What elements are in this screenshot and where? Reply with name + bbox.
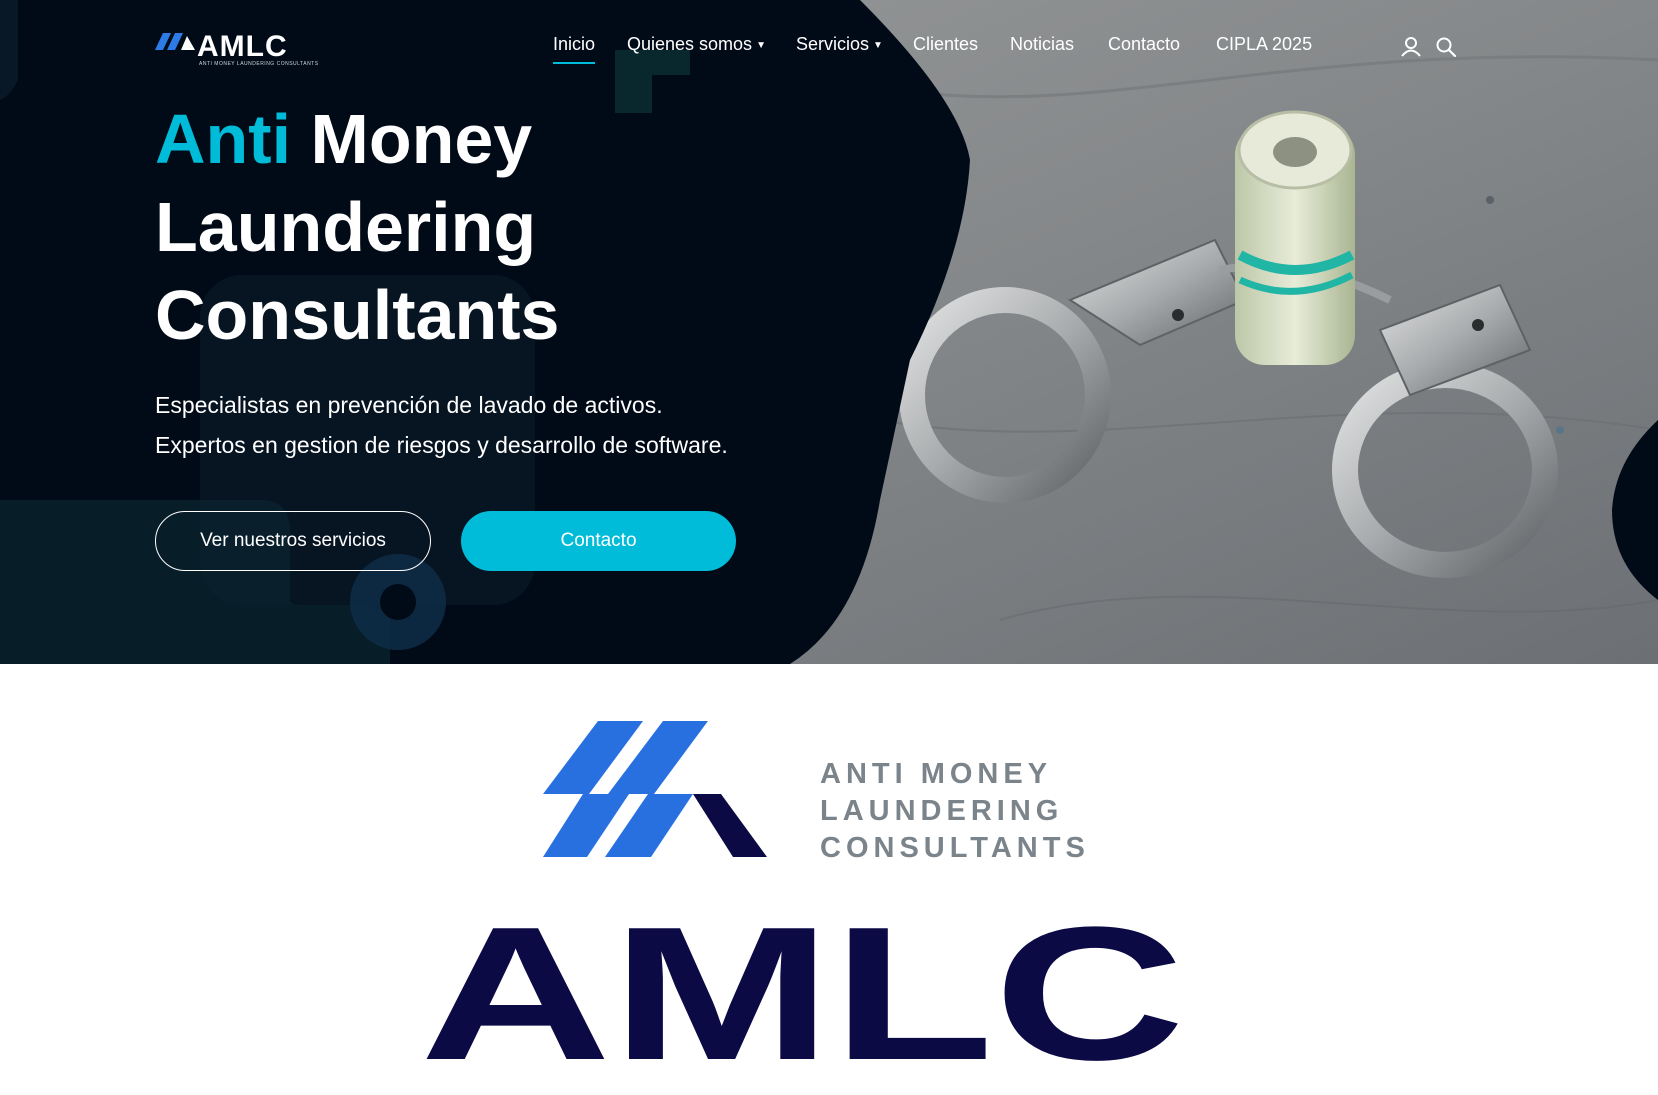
nav-item-quienes-somos[interactable]: Quienes somos ▼ [627, 34, 766, 60]
navbar: AMLC ANTI MONEY LAUNDERING CONSULTANTS I… [0, 0, 1658, 96]
amlc-logo-mark [543, 721, 767, 857]
hero-title: Anti Money Laundering Consultants [155, 95, 855, 359]
hero-title-accent: Anti [155, 100, 292, 178]
brand-logo-subtitle: ANTI MONEY LAUNDERING CONSULTANTS [199, 61, 319, 67]
brand-logo-text: AMLC [197, 30, 288, 63]
nav-item-servicios[interactable]: Servicios ▼ [796, 34, 883, 60]
nav-item-noticias[interactable]: Noticias [1010, 34, 1074, 60]
contact-button[interactable]: Contacto [461, 511, 736, 571]
nav-item-contacto[interactable]: Contacto [1108, 34, 1180, 60]
hero-subtitle-line2: Expertos en gestion de riesgos y desarro… [155, 432, 728, 458]
hero-subtitle-line1: Especialistas en prevención de lavado de… [155, 392, 663, 418]
amlc-wordmark-text: AMLC [420, 922, 1185, 1062]
nav-item-inicio[interactable]: Inicio [553, 34, 596, 64]
nav-item-clientes[interactable]: Clientes [913, 34, 978, 60]
nav-item-label: Quienes somos [627, 34, 753, 54]
services-button[interactable]: Ver nuestros servicios [155, 511, 431, 571]
hero-title-bold: Money [310, 100, 533, 178]
hero-title-line1: Anti Money [155, 95, 855, 183]
hero-section: AMLC ANTI MONEY LAUNDERING CONSULTANTS I… [0, 0, 1658, 664]
brand-logo[interactable]: AMLC ANTI MONEY LAUNDERING CONSULTANTS [155, 28, 340, 68]
hero-subtitle: Especialistas en prevención de lavado de… [155, 385, 728, 465]
logo-tagline: ANTI MONEY LAUNDERING CONSULTANTS [820, 756, 1090, 867]
caret-down-icon: ▼ [873, 40, 883, 51]
nav-item-label: Servicios [796, 34, 870, 54]
caret-down-icon: ▼ [756, 40, 766, 51]
logo-tagline-line2: LAUNDERING [820, 795, 1064, 827]
hero-title-line2: Laundering [155, 188, 537, 266]
user-icon[interactable] [1400, 36, 1422, 58]
logo-tagline-line3: CONSULTANTS [820, 832, 1090, 864]
amlc-wordmark: AMLC [420, 922, 1185, 1062]
nav-item-cipla-2025[interactable]: CIPLA 2025 [1216, 34, 1312, 60]
hero-title-line3: Consultants [155, 276, 560, 354]
search-icon[interactable] [1435, 36, 1457, 58]
logo-tagline-line1: ANTI MONEY [820, 758, 1053, 790]
